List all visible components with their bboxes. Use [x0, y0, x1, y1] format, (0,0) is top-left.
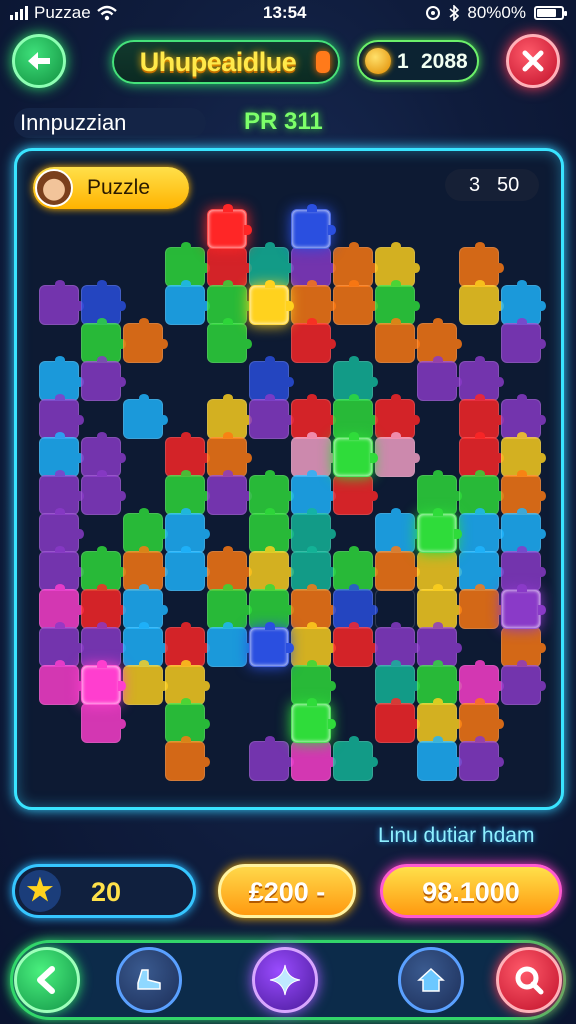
- nav-boot-button[interactable]: [116, 947, 182, 1013]
- puzzle-piece[interactable]: [333, 470, 378, 515]
- close-button[interactable]: [506, 34, 560, 88]
- title-banner: Uhupeaidlue: [112, 40, 340, 84]
- puzzle-piece[interactable]: [333, 622, 378, 667]
- nav-search-button[interactable]: [496, 947, 562, 1013]
- puzzle-piece[interactable]: [81, 356, 126, 401]
- game-title: Uhupeaidlue: [139, 47, 297, 77]
- coin-counter: 1 2088: [357, 40, 479, 82]
- puzzle-piece[interactable]: [417, 356, 462, 401]
- nav-back-button[interactable]: [14, 947, 80, 1013]
- avatar: [35, 169, 73, 207]
- wifi-icon: [96, 5, 117, 21]
- title-banner-cap: [316, 51, 330, 73]
- carrier-label: Puzzae: [34, 3, 91, 22]
- hint-text: Linu dutiar hdam: [378, 824, 535, 847]
- pr-label: PR 311: [244, 108, 323, 135]
- puzzle-piece[interactable]: [165, 546, 210, 591]
- star-icon: ★: [19, 870, 61, 912]
- coin-icon: [365, 48, 391, 74]
- score-value-a: 3: [469, 174, 481, 196]
- battery-icon: [534, 6, 567, 20]
- status-left: Puzzae: [10, 3, 117, 23]
- puzzle-piece[interactable]: [249, 394, 294, 439]
- status-right: 80%0%: [425, 3, 567, 23]
- search-icon: [515, 966, 544, 995]
- boot-icon: [137, 969, 161, 990]
- puzzle-piece[interactable]: [291, 204, 336, 249]
- puzzle-piece[interactable]: [123, 394, 168, 439]
- puzzle-piece[interactable]: [207, 318, 252, 363]
- puzzle-piece[interactable]: [459, 280, 504, 325]
- back-arrow-icon: [28, 52, 50, 70]
- clock: 13:54: [263, 3, 307, 22]
- puzzle-piece[interactable]: [291, 318, 336, 363]
- puzzle-piece[interactable]: [249, 280, 294, 325]
- puzzle-board[interactable]: Puzzle 3 50: [14, 148, 564, 810]
- tile-grid[interactable]: [39, 204, 546, 781]
- nav-sparkle-button[interactable]: [252, 947, 318, 1013]
- back-arrow-icon: [37, 966, 55, 994]
- puzzle-piece[interactable]: [39, 660, 84, 705]
- cost-button[interactable]: £200 -: [218, 864, 356, 918]
- signal-icon: [10, 6, 28, 20]
- coin-count: 2088: [421, 50, 468, 73]
- back-button[interactable]: [12, 34, 66, 88]
- puzzle-piece[interactable]: [39, 280, 84, 325]
- status-bar: Puzzae 13:54 80%0%: [0, 0, 576, 26]
- puzzle-piece[interactable]: [165, 736, 210, 781]
- puzzle-piece[interactable]: [81, 698, 126, 743]
- puzzle-piece[interactable]: [333, 280, 378, 325]
- total-score-button[interactable]: 98.1000: [380, 864, 562, 918]
- nav-home-button[interactable]: [398, 947, 464, 1013]
- puzzle-piece[interactable]: [291, 698, 336, 743]
- bluetooth-icon: [449, 5, 460, 21]
- score-pill: 3 50: [445, 169, 539, 201]
- puzzle-piece[interactable]: [375, 432, 420, 477]
- puzzle-piece[interactable]: [249, 622, 294, 667]
- puzzle-piece[interactable]: [333, 736, 378, 781]
- stars-counter: ★ 20: [12, 864, 196, 918]
- mode-label: Innpuzzian: [14, 108, 206, 138]
- puzzle-piece[interactable]: [501, 584, 546, 629]
- battery-level: [537, 9, 556, 17]
- score-value-b: 50: [497, 174, 520, 196]
- puzzle-piece[interactable]: [81, 470, 126, 515]
- player-badge[interactable]: Puzzle: [33, 167, 189, 209]
- puzzle-piece[interactable]: [249, 736, 294, 781]
- coin-count-prefix: 1: [397, 50, 409, 73]
- puzzle-piece[interactable]: [501, 660, 546, 705]
- puzzle-piece[interactable]: [459, 584, 504, 629]
- puzzle-piece[interactable]: [333, 432, 378, 477]
- puzzle-piece[interactable]: [459, 736, 504, 781]
- stars-value: 20: [91, 877, 122, 907]
- puzzle-piece[interactable]: [417, 736, 462, 781]
- home-icon: [417, 967, 445, 992]
- puzzle-piece[interactable]: [375, 318, 420, 363]
- puzzle-piece[interactable]: [123, 660, 168, 705]
- puzzle-piece[interactable]: [501, 318, 546, 363]
- puzzle-piece[interactable]: [417, 508, 462, 553]
- battery-percent: 80%0%: [467, 3, 526, 22]
- player-badge-label: Puzzle: [87, 176, 151, 199]
- puzzle-piece[interactable]: [123, 318, 168, 363]
- puzzle-piece[interactable]: [291, 736, 336, 781]
- puzzle-piece[interactable]: [207, 622, 252, 667]
- puzzle-piece[interactable]: [375, 698, 420, 743]
- at-icon: [426, 6, 441, 20]
- puzzle-piece[interactable]: [81, 660, 126, 705]
- puzzle-piece[interactable]: [165, 280, 210, 325]
- sparkle-icon: [269, 964, 301, 996]
- puzzle-piece[interactable]: [207, 204, 252, 249]
- puzzle-piece[interactable]: [207, 470, 252, 515]
- close-icon: [522, 50, 544, 72]
